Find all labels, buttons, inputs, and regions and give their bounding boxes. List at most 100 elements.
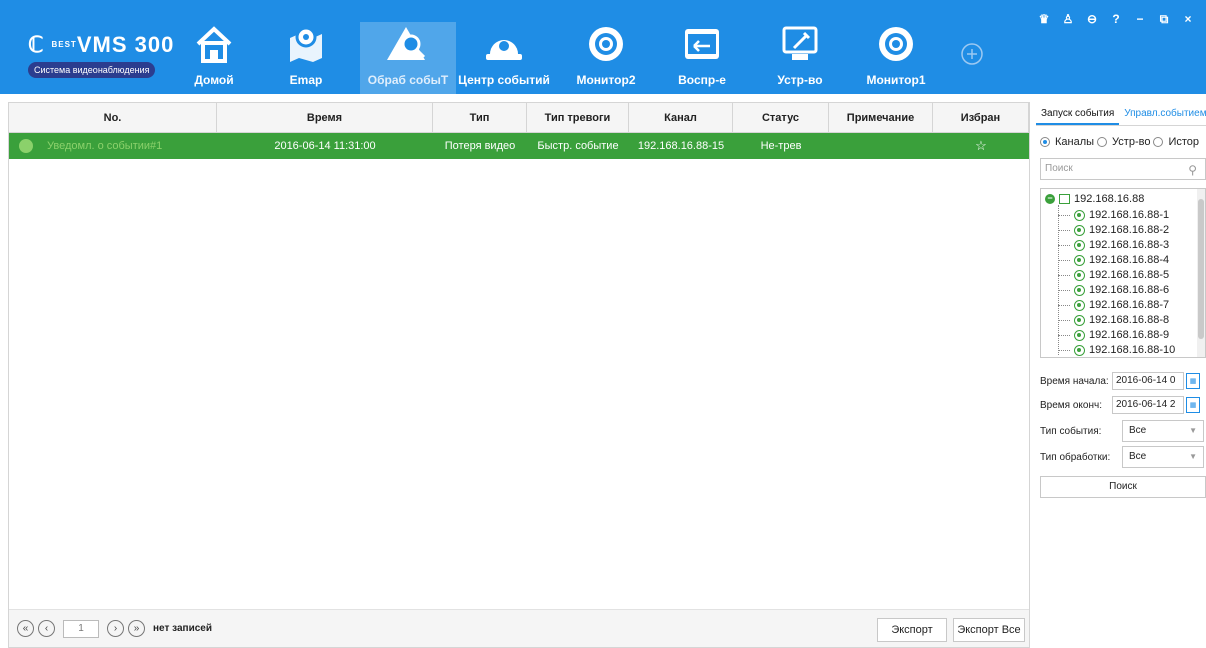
tree-item-label: 192.168.16.88-10 [1089,344,1176,356]
tree-connector [1058,334,1070,336]
page-input[interactable]: 1 [63,619,99,638]
dome-camera-icon [482,22,526,66]
tree-item-label: 192.168.16.88-9 [1089,329,1170,341]
tree-connector [1058,229,1070,231]
collapse-icon[interactable]: − [1045,194,1055,204]
channel-tree: − 192.168.16.88 192.168.16.88-1 192.168.1… [1040,188,1206,358]
tab-event-launch[interactable]: Запуск события [1036,102,1120,125]
radio-device[interactable] [1097,137,1108,147]
process-type-value: Все [1129,451,1147,462]
plus-circle-icon [961,43,983,65]
tree-item-channel[interactable]: 192.168.16.88-9 [1058,329,1169,341]
calendar-icon[interactable]: ▦ [1186,373,1200,389]
tree-connector [1058,214,1070,216]
nav-event-center[interactable]: Центр событий [456,22,552,94]
camera-channel-icon [1074,314,1085,326]
source-radio-group: Каналы Устр-во Истор [1036,136,1206,148]
app-logo: ℂ BESTVMS 300 Система видеонаблюдения [28,34,178,78]
tree-item-channel[interactable]: 192.168.16.88-7 [1058,299,1169,311]
search-input[interactable]: Поиск ⚲ [1040,158,1206,180]
tree-item-channel[interactable]: 192.168.16.88-8 [1058,314,1169,326]
cell-no-text: Уведомл. о событии#1 [47,140,163,152]
pager: « ‹ 1 › » нет записей Экспорт Экспорт Вс… [9,609,1029,647]
cell-time: 2016-06-14 11:31:00 [274,140,376,152]
tree-item-label: 192.168.16.88-4 [1089,254,1170,266]
camera-channel-icon [1074,329,1085,341]
export-button[interactable]: Экспорт [877,618,947,642]
help-icon[interactable]: ? [1104,12,1128,27]
col-header-channel[interactable]: Канал [629,103,733,132]
end-time-label: Время оконч: [1040,399,1102,411]
col-header-note[interactable]: Примечание [829,103,933,132]
tree-item-channel[interactable]: 192.168.16.88-10 [1058,344,1175,356]
tree-item-label: 192.168.16.88-7 [1089,299,1170,311]
nav-emap[interactable]: Emap [274,22,338,94]
tree-scrollbar[interactable] [1197,189,1205,357]
cell-status: Не-трев [760,140,802,152]
start-time-field[interactable]: 2016-06-14 0 [1112,372,1184,390]
end-time-field[interactable]: 2016-06-14 2 [1112,396,1184,414]
next-page-icon[interactable]: › [107,620,124,637]
col-header-time[interactable]: Время [217,103,433,132]
nvr-device-icon [1059,194,1070,204]
tree-item-channel[interactable]: 192.168.16.88-6 [1058,284,1169,296]
nav-home[interactable]: Домой [186,22,242,94]
nav-event-processing[interactable]: Обраб собыТ [360,22,456,94]
tree-scroll-thumb[interactable] [1198,199,1204,339]
chevron-down-icon: ▼ [1189,426,1197,435]
table-row[interactable]: Уведомл. о событии#1 2016-06-14 11:31:00… [9,133,1029,159]
restore-icon[interactable]: ⧉ [1152,12,1176,27]
record-count: нет записей [153,623,213,634]
camera-channel-icon [1074,284,1085,296]
tree-item-label: 192.168.16.88-1 [1089,209,1170,221]
nav-label: Монитор1 [866,73,926,87]
first-page-icon[interactable]: « [17,620,34,637]
favorite-star-icon[interactable]: ☆ [933,133,1029,159]
minimize-icon[interactable]: − [1128,12,1152,27]
calendar-icon[interactable]: ▦ [1186,397,1200,413]
home-icon [192,22,236,66]
search-icon[interactable]: ⚲ [1188,160,1197,180]
tree-connector [1058,319,1070,321]
close-icon[interactable]: × [1176,12,1200,27]
export-all-button[interactable]: Экспорт Все [953,618,1025,642]
nav-monitor2[interactable]: Монитор2 [568,22,644,94]
prev-page-icon[interactable]: ‹ [38,620,55,637]
nav-label: Домой [194,73,234,87]
radio-channels-label: Каналы [1055,136,1095,148]
nav-label: Устр-во [777,73,823,87]
chevron-down-icon: ▼ [1189,452,1197,461]
event-type-select[interactable]: Все ▼ [1122,420,1204,442]
filter-panel: Запуск события Управл.событием Каналы Ус… [1036,102,1206,648]
tree-item-label: 192.168.16.88-8 [1089,314,1170,326]
tree-item-channel[interactable]: 192.168.16.88-5 [1058,269,1169,281]
tree-item-channel[interactable]: 192.168.16.88-4 [1058,254,1169,266]
cell-alarm-type: Быстр. событие [537,140,619,152]
process-type-select[interactable]: Все ▼ [1122,446,1204,468]
nav-label: Обраб собыТ [367,73,449,87]
tree-connector [1058,304,1070,306]
col-header-favorite[interactable]: Избран [933,103,1029,132]
nav-label: Воспр-е [678,73,726,87]
start-time-label: Время начала: [1040,375,1109,387]
col-header-status[interactable]: Статус [733,103,829,132]
col-header-no[interactable]: No. [9,103,217,132]
tree-item-channel[interactable]: 192.168.16.88-1 [1058,209,1169,221]
tree-item-channel[interactable]: 192.168.16.88-3 [1058,239,1169,251]
tree-item-channel[interactable]: 192.168.16.88-2 [1058,224,1169,236]
radio-channels[interactable] [1040,137,1050,147]
col-header-type[interactable]: Тип [433,103,527,132]
search-button[interactable]: Поиск [1040,476,1206,498]
tree-root[interactable]: − 192.168.16.88 [1045,193,1144,205]
playback-icon [680,22,724,66]
lock-icon[interactable]: ⊖ [1080,12,1104,27]
nav-monitor1[interactable]: Монитор1 [858,22,934,94]
user-icon[interactable]: ♛ [1032,12,1056,27]
person-icon[interactable]: ♙ [1056,12,1080,27]
last-page-icon[interactable]: » [128,620,145,637]
radio-history[interactable] [1153,137,1164,147]
col-header-alarm-type[interactable]: Тип тревоги [527,103,629,132]
nav-device[interactable]: Устр-во [762,22,838,94]
nav-playback[interactable]: Воспр-е [664,22,740,94]
tab-event-management[interactable]: Управл.событием [1119,102,1206,125]
